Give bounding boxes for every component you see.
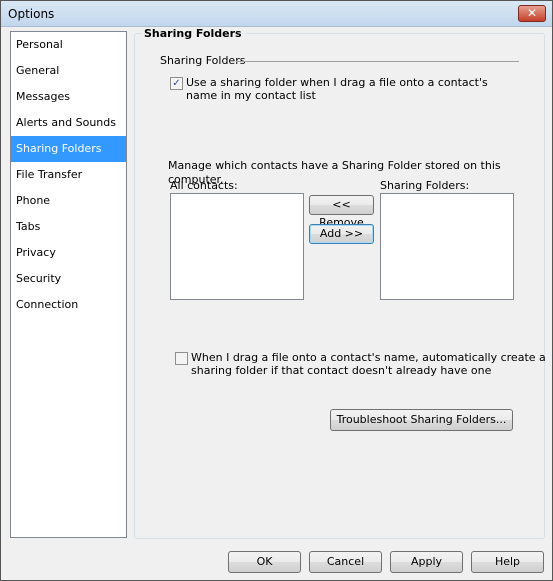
sidebar-item-general[interactable]: General: [11, 58, 126, 84]
sidebar-item-alerts-and-sounds[interactable]: Alerts and Sounds: [11, 110, 126, 136]
category-list: Personal General Messages Alerts and Sou…: [10, 31, 127, 538]
close-button[interactable]: ✕: [518, 5, 546, 22]
troubleshoot-button[interactable]: Troubleshoot Sharing Folders...: [330, 409, 513, 431]
remove-button[interactable]: << Remove: [309, 195, 374, 229]
sidebar-item-file-transfer[interactable]: File Transfer: [11, 162, 126, 188]
help-button[interactable]: Help: [471, 551, 544, 573]
window-title: Options: [8, 7, 55, 21]
sharing-folders-label: Sharing Folders:: [380, 179, 470, 192]
all-contacts-list[interactable]: [170, 193, 304, 300]
auto-create-label-2: sharing folder if that contact doesn't a…: [191, 364, 492, 377]
auto-create-label-1: When I drag a file onto a contact's name…: [191, 351, 546, 364]
sidebar-item-tabs[interactable]: Tabs: [11, 214, 126, 240]
close-icon: ✕: [526, 6, 538, 20]
use-sharing-folder-label-1: Use a sharing folder when I drag a file …: [186, 76, 488, 89]
add-button[interactable]: Add >>: [309, 224, 374, 244]
sidebar-item-security[interactable]: Security: [11, 266, 126, 292]
use-sharing-folder-label-2: name in my contact list: [186, 89, 316, 102]
group-label: Sharing Folders: [160, 54, 246, 67]
sidebar-item-messages[interactable]: Messages: [11, 84, 126, 110]
group-divider: [236, 61, 519, 62]
sidebar-item-sharing-folders[interactable]: Sharing Folders: [11, 136, 126, 162]
sidebar-item-connection[interactable]: Connection: [11, 292, 126, 318]
auto-create-checkbox[interactable]: [175, 352, 188, 365]
all-contacts-label: All contacts:: [170, 179, 238, 192]
checkmark-icon: ✓: [172, 78, 181, 89]
sharing-folders-list[interactable]: [380, 193, 514, 300]
panel-title: Sharing Folders: [141, 27, 245, 40]
sidebar-item-privacy[interactable]: Privacy: [11, 240, 126, 266]
ok-button[interactable]: OK: [228, 551, 301, 573]
options-window: Options ✕ Personal General Messages Aler…: [0, 0, 553, 581]
use-sharing-folder-checkbox[interactable]: ✓: [170, 77, 183, 90]
cancel-button[interactable]: Cancel: [309, 551, 382, 573]
sidebar-item-phone[interactable]: Phone: [11, 188, 126, 214]
sidebar-item-personal[interactable]: Personal: [11, 32, 126, 58]
title-bar: Options ✕: [1, 1, 552, 27]
apply-button[interactable]: Apply: [390, 551, 463, 573]
